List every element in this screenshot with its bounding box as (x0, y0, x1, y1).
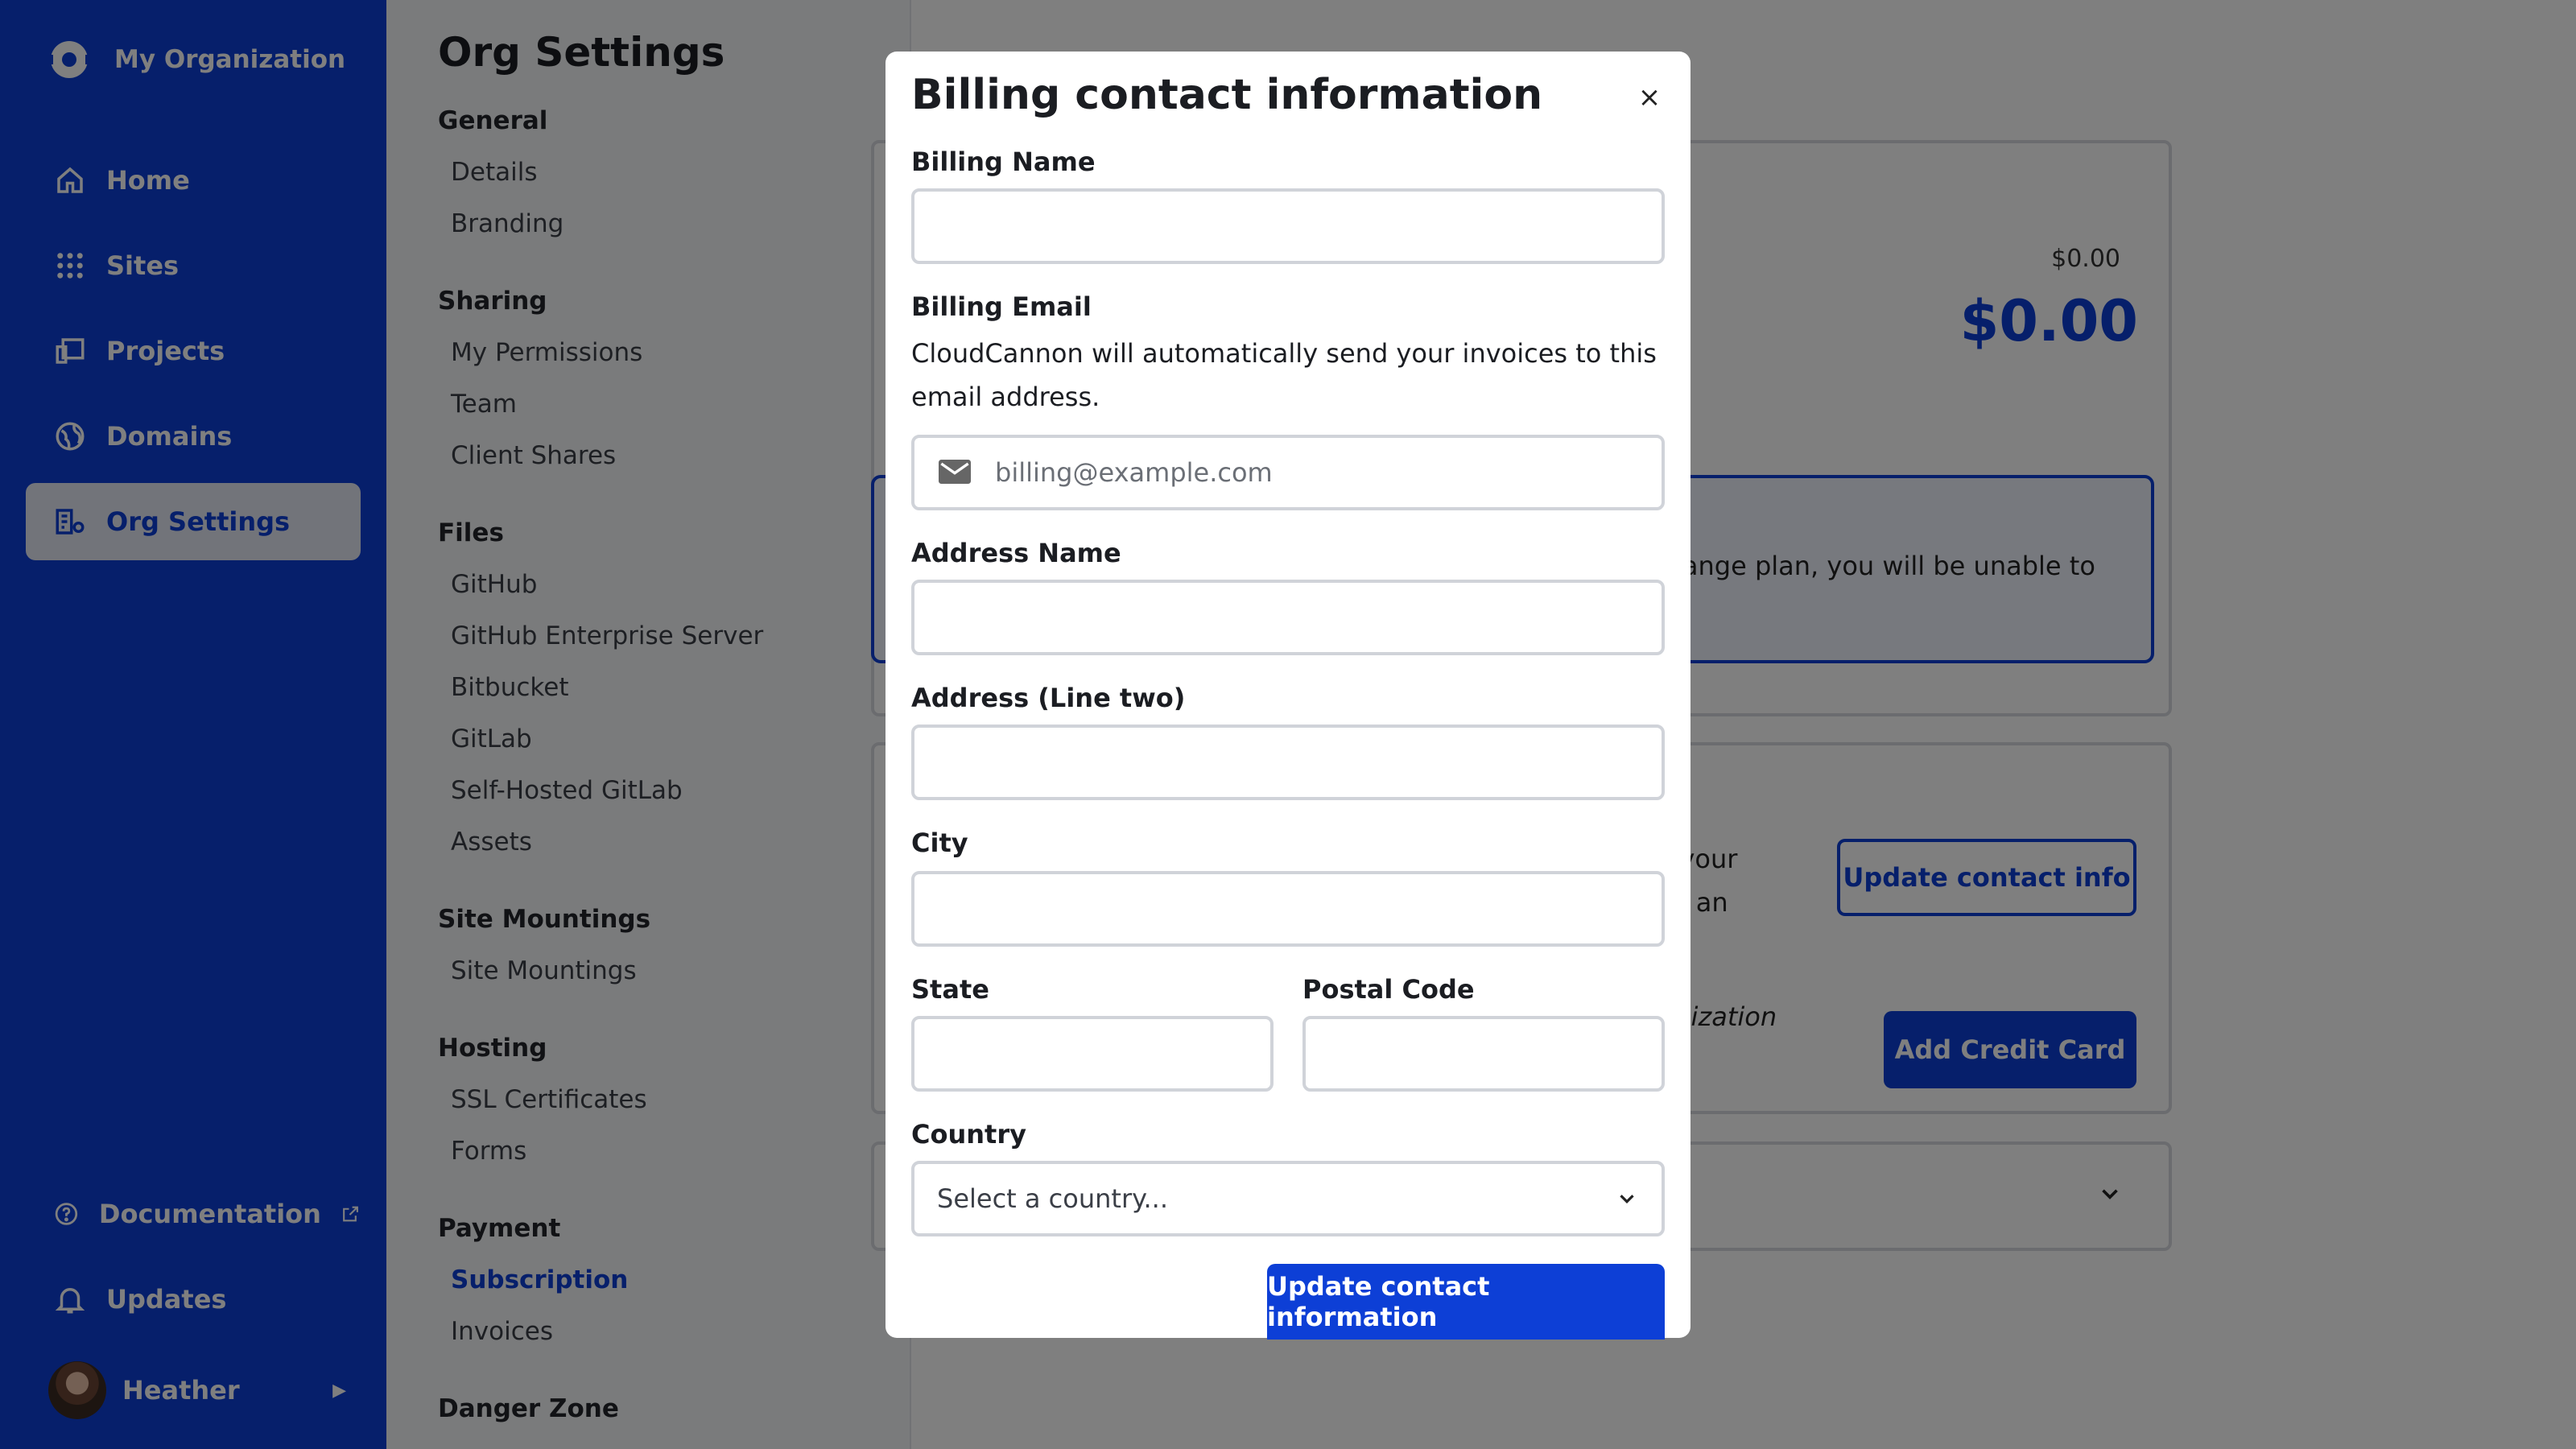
billing-name-label: Billing Name (911, 147, 1096, 177)
billing-email-input[interactable] (911, 435, 1665, 510)
chevron-down-icon (1620, 1195, 1634, 1204)
state-input[interactable] (911, 1016, 1274, 1092)
country-label: Country (911, 1119, 1026, 1150)
billing-contact-modal: Billing contact information × Billing Na… (886, 52, 1690, 1340)
modal-title: Billing contact information (911, 71, 1543, 119)
city-label: City (911, 828, 968, 858)
billing-email-help: CloudCannon will automatically send your… (911, 338, 1657, 412)
country-select[interactable]: Select a country... (911, 1161, 1665, 1236)
country-select-value: Select a country... (937, 1183, 1168, 1214)
address-name-label: Address Name (911, 538, 1121, 568)
postal-code-input[interactable] (1302, 1016, 1665, 1092)
close-button[interactable]: × (1629, 77, 1670, 118)
update-contact-information-button[interactable]: Update contact information (1267, 1264, 1665, 1340)
postal-code-label: Postal Code (1302, 974, 1475, 1005)
address-line-two-label: Address (Line two) (911, 683, 1186, 713)
billing-email-label: Billing Email (911, 291, 1092, 322)
city-input[interactable] (911, 871, 1665, 947)
billing-name-input[interactable] (911, 188, 1665, 264)
state-label: State (911, 974, 989, 1005)
mail-icon (939, 460, 971, 484)
address-line-two-input[interactable] (911, 724, 1665, 800)
address-name-input[interactable] (911, 580, 1665, 655)
close-icon: × (1637, 81, 1662, 114)
